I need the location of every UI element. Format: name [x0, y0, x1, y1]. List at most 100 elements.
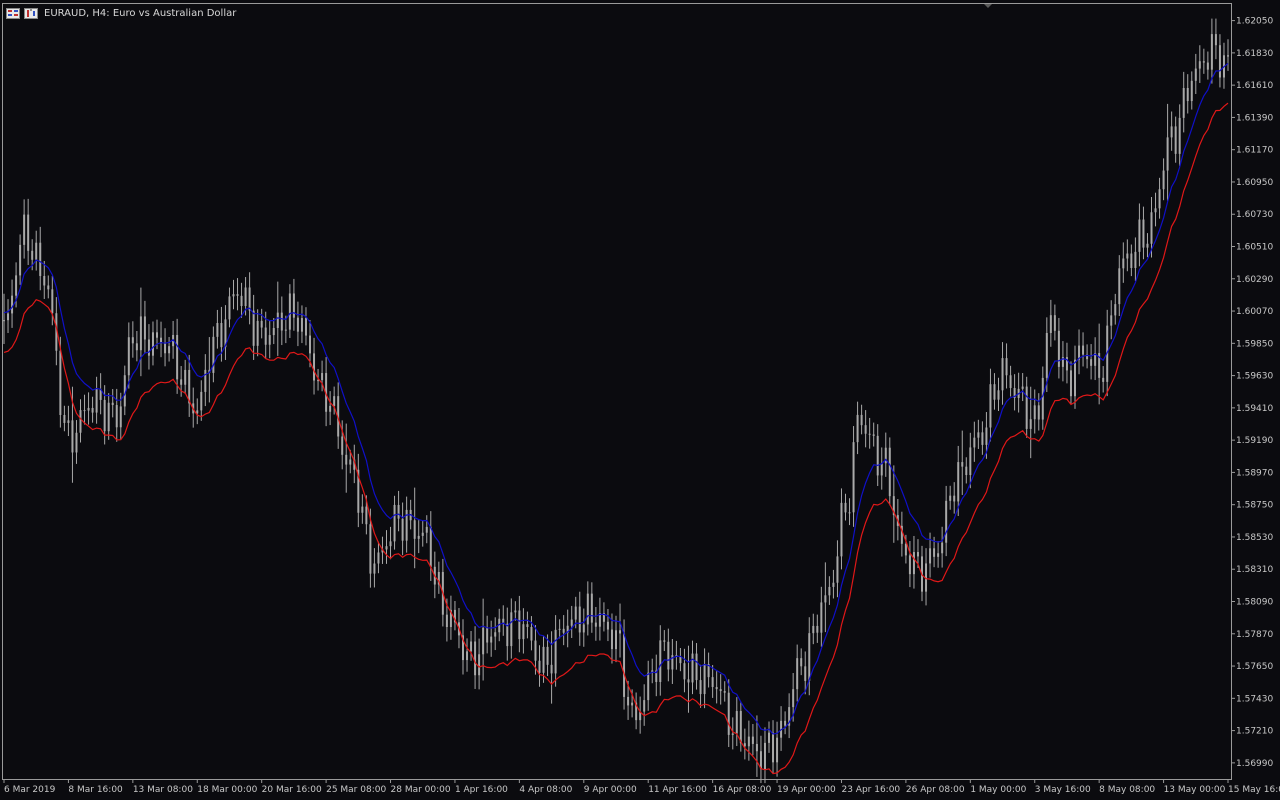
x-tick-label: 19 Apr 00:00 [777, 785, 836, 795]
y-tick-label: 1.61610 [1236, 81, 1273, 91]
price-bar-body [11, 295, 14, 314]
y-tick-label: 1.61390 [1236, 113, 1273, 123]
price-bar-body [1158, 189, 1161, 209]
chart-shift-marker[interactable] [984, 4, 992, 8]
price-bar-body [747, 736, 750, 747]
price-bar-body [743, 743, 746, 747]
price-bar-body [542, 646, 545, 673]
price-bar-body [236, 294, 239, 296]
y-tick-label: 1.62050 [1236, 17, 1273, 27]
price-bar-body [699, 680, 702, 695]
price-bar-body [981, 432, 984, 445]
price-bar-body [139, 316, 142, 351]
price-bar-body [79, 410, 82, 433]
price-bar-body [216, 323, 219, 337]
price-bar-body [204, 369, 207, 392]
price-bar-body [1174, 126, 1177, 154]
x-tick-label: 20 Mar 16:00 [262, 785, 322, 795]
price-bar-body [695, 653, 698, 681]
price-bar-body [248, 287, 251, 311]
price-bar-body [506, 623, 509, 647]
price-bar-body [466, 651, 469, 661]
chart-grid-icon[interactable] [6, 7, 20, 19]
price-bar-body [659, 640, 662, 682]
price-bar-body [1122, 258, 1125, 269]
price-bar-body [965, 466, 968, 476]
price-bar-body [582, 624, 585, 633]
chart-bars-icon[interactable] [24, 7, 38, 19]
price-bar-body [888, 447, 891, 497]
price-bar-body [111, 402, 114, 406]
price-bar-body [534, 640, 537, 661]
price-bar-body [904, 543, 907, 556]
price-bar-body [268, 335, 271, 345]
price-bar-body [103, 399, 106, 432]
price-bar-body [683, 663, 686, 680]
price-bar-body [1154, 208, 1157, 213]
price-bar-body [429, 526, 432, 567]
price-bar-body [860, 414, 863, 426]
price-bar-body [574, 606, 577, 620]
price-bar-body [949, 495, 952, 501]
price-bar-body [147, 339, 150, 356]
price-bar-body [220, 323, 223, 348]
price-bar-body [1218, 45, 1221, 78]
price-bar-body [119, 406, 122, 428]
y-tick-label: 1.59190 [1236, 436, 1273, 446]
price-bar-body [1214, 34, 1217, 46]
y-tick-label: 1.58090 [1236, 598, 1273, 608]
price-bar-body [522, 624, 525, 640]
price-bar-body [373, 563, 376, 574]
price-bar-body [1074, 359, 1076, 397]
x-tick-label: 23 Apr 16:00 [841, 785, 900, 795]
price-bar-body [941, 542, 944, 554]
price-bar-body [1069, 370, 1072, 397]
price-bar-body [731, 733, 734, 735]
price-bar-body [1009, 375, 1012, 388]
price-bar-body [284, 329, 287, 331]
price-bar-body [844, 502, 847, 513]
lower-band-line [3, 102, 1229, 775]
price-bar-body [933, 548, 936, 557]
price-bar-body [393, 504, 396, 542]
price-bar-body [800, 658, 803, 667]
price-bar-body [530, 626, 533, 641]
price-bar-body [735, 711, 738, 734]
price-bar-body [703, 664, 706, 695]
price-bar-body [361, 506, 364, 513]
x-tick-label: 6 Mar 2019 [4, 785, 56, 795]
price-bar-body [1142, 219, 1145, 248]
price-bar-body [594, 622, 597, 627]
price-bar-body [739, 711, 742, 744]
price-bar-body [417, 535, 420, 539]
price-bar-body [341, 436, 344, 455]
price-bar-body [494, 632, 497, 637]
y-tick-label: 1.61170 [1236, 146, 1273, 156]
price-bar-body [792, 689, 795, 708]
y-tick-label: 1.59410 [1236, 404, 1273, 414]
price-bar-body [510, 612, 513, 647]
price-bar-body [264, 327, 267, 345]
price-bar-body [1206, 62, 1209, 70]
price-bar-body [63, 414, 66, 423]
x-tick-label: 8 May 08:00 [1099, 785, 1155, 795]
price-bar-body [474, 641, 477, 676]
price-bar-body [107, 402, 110, 432]
price-bar-body [768, 732, 770, 743]
price-bar-body [143, 316, 146, 340]
x-tick-label: 1 May 00:00 [970, 785, 1026, 795]
price-bar-body [526, 624, 529, 627]
price-bar-body [1057, 330, 1060, 367]
price-chart[interactable]: 1.62050 1.61830 1.61610 1.61390 1.61170 1.609… [0, 0, 1280, 800]
price-bar-body [828, 586, 831, 596]
price-bar-body [83, 410, 86, 412]
price-bar-body [880, 463, 883, 476]
price-bar-body [19, 244, 22, 276]
price-bar-body [486, 627, 489, 643]
x-tick-label: 15 May 16:00 [1228, 785, 1280, 795]
price-bar-body [840, 502, 843, 557]
price-bar-body [288, 293, 291, 330]
price-bar-body [1110, 315, 1113, 326]
price-bar-body [256, 320, 259, 346]
price-bar-body [1053, 315, 1056, 331]
